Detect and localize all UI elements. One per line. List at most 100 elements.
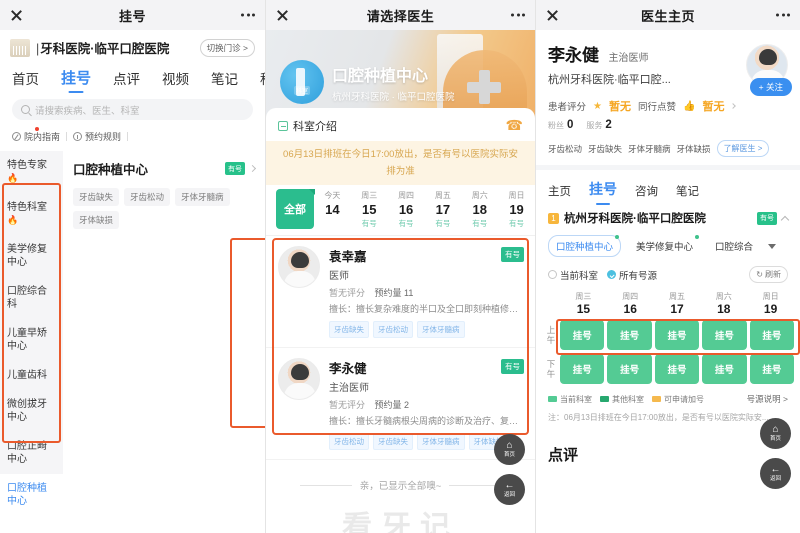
slot-button[interactable]: 挂号 <box>607 320 652 350</box>
department-intro-row[interactable]: 科室介绍 ☎ <box>266 108 535 141</box>
know-doctor-button[interactable]: 了解医生 > <box>716 140 770 157</box>
slot-button[interactable]: 挂号 <box>654 354 700 384</box>
sidebar-item-child-early-ortho[interactable]: 儿童早矫中心 <box>0 319 63 361</box>
slot-button[interactable]: 挂号 <box>702 354 747 384</box>
date-day: 14 <box>325 202 340 217</box>
search-input[interactable]: 请搜索疾病、医生、科室 <box>12 99 253 120</box>
service-value: 2 <box>605 119 612 131</box>
source-explanation-link[interactable]: 号源说明 > <box>747 393 788 405</box>
divider <box>66 132 68 141</box>
sidebar-item-minimally-invasive-extraction[interactable]: 微创拔牙中心 <box>0 390 63 432</box>
chip-label: 口腔种植中心 <box>556 242 614 253</box>
chip-aesthetic-restoration[interactable]: 美学修复中心 <box>629 235 700 256</box>
hospital-row[interactable]: 1 杭州牙科医院·临平口腔医院 有号 <box>536 206 800 226</box>
more-dots-icon[interactable] <box>241 13 255 17</box>
banner-content: 科室 口腔种植中心 杭州牙科医院 · 临平口腔医院 <box>280 60 454 104</box>
tab-reviews[interactable]: 点评 <box>113 68 140 95</box>
quick-links: 院内指南 预约规则 <box>0 120 265 151</box>
tag[interactable]: 牙齿缺失 <box>73 188 120 206</box>
follow-button[interactable]: + 关注 <box>749 78 792 96</box>
date-item-17[interactable]: 周五 17 有号 <box>424 185 461 235</box>
more-dots-icon[interactable] <box>511 13 525 17</box>
tag[interactable]: 牙齿松动 <box>124 188 171 206</box>
tab-home[interactable]: 首页 <box>12 68 39 95</box>
schedule-weekday: 周四 <box>622 292 639 301</box>
tag: 牙齿缺失 <box>588 143 623 154</box>
tab-consult[interactable]: 咨询 <box>635 183 658 206</box>
link-hospital-guide[interactable]: 院内指南 <box>12 127 60 143</box>
radio-current-department[interactable]: 当前科室 <box>548 268 598 282</box>
back-fab-button[interactable]: ← 返回 <box>494 474 525 505</box>
date-item-today[interactable]: 今天 14 <box>314 185 351 235</box>
more-dots-icon[interactable] <box>776 13 790 17</box>
back-fab-button[interactable]: ← 返回 <box>760 458 791 489</box>
close-icon[interactable] <box>546 9 559 22</box>
date-item-15[interactable]: 周三 15 有号 <box>351 185 388 235</box>
sidebar-item-implant-center[interactable]: 口腔种植中心 <box>0 474 63 516</box>
date-weekday: 周三 <box>361 191 378 200</box>
date-day: 19 <box>509 202 524 217</box>
sidebar-item-orthodontics[interactable]: 口腔正畸中心 <box>0 432 63 474</box>
tag[interactable]: 牙体缺损 <box>73 211 120 229</box>
thumbs-up-icon: 👍 <box>683 100 696 112</box>
slot-button[interactable]: 挂号 <box>560 320 605 350</box>
slot-button[interactable]: 挂号 <box>654 320 700 350</box>
schedule-day: 17 <box>670 302 684 316</box>
home-fab-button[interactable]: ⌂ 首页 <box>494 434 525 465</box>
schedule-column-header: 周六 18 <box>700 291 747 316</box>
notice-banner: 06月13日排班在今日17:00放出，是否有号以医院实际安排为准 <box>266 141 535 185</box>
slot-button[interactable]: 挂号 <box>560 354 605 384</box>
notification-dot <box>35 127 39 131</box>
tab-videos[interactable]: 视频 <box>162 68 189 95</box>
list-end-text: 亲，已显示全部噢~ <box>359 481 442 492</box>
sidebar-item-pediatric-dentistry[interactable]: 儿童齿科 <box>0 361 63 390</box>
doctor-stats[interactable]: 患者评分 ★ 暂无 同行点赞 👍 暂无 <box>548 98 788 114</box>
sidebar-item-aesthetic-restoration[interactable]: 美学修复中心 <box>0 235 63 277</box>
tag: 牙齿松动 <box>373 321 413 338</box>
department-header[interactable]: 口腔种植中心 有号 <box>73 159 257 178</box>
chevron-down-icon[interactable] <box>768 243 777 249</box>
tag[interactable]: 牙体牙髓病 <box>175 188 230 206</box>
sidebar-item-featured-experts[interactable]: 特色专家 🔥 <box>0 151 63 193</box>
status-badge: 有号 <box>757 211 777 225</box>
legend-item-other: 其他科室 <box>600 394 644 405</box>
schedule-day: 15 <box>576 302 591 316</box>
tab-notes[interactable]: 笔记 <box>211 68 238 95</box>
date-all-button[interactable]: 全部 <box>276 189 315 229</box>
panel-hospital-registration: 挂号 牙科医院·临平口腔医院 切换门诊 > 首页 挂号 点评 视频 笔记 科 请… <box>0 0 266 533</box>
doctor-meta: 暂无评分 预约量 2 <box>329 398 523 411</box>
sidebar-item-comprehensive-dentistry[interactable]: 口腔综合科 <box>0 277 63 319</box>
schedule-day: 19 <box>763 302 778 316</box>
close-icon[interactable] <box>10 9 23 22</box>
date-item-18[interactable]: 周六 18 有号 <box>461 185 498 235</box>
link-booking-rules[interactable]: 预约规则 <box>73 130 121 143</box>
doctor-card[interactable]: 袁幸嘉 医师 暂无评分 预约量 11 擅长：擅长复杂难度的半口及全口即刻种植修复… <box>266 236 535 348</box>
radio-all-sources[interactable]: 所有号源 <box>607 268 657 282</box>
tab-notes[interactable]: 笔记 <box>676 183 699 206</box>
sidebar-item-featured-departments[interactable]: 特色科室 🔥 <box>0 193 63 235</box>
schedule-row-morning: 上午 挂号 挂号 挂号 挂号 挂号 <box>542 320 795 350</box>
phone-icon[interactable]: ☎ <box>506 117 523 134</box>
slot-button[interactable]: 挂号 <box>702 320 747 350</box>
search-placeholder: 请搜索疾病、医生、科室 <box>35 105 140 117</box>
chip-implant-center[interactable]: 口腔种植中心 <box>548 235 622 257</box>
tab-home[interactable]: 主页 <box>548 183 571 206</box>
switch-clinic-button[interactable]: 切换门诊 > <box>199 38 255 57</box>
department-banner: 科室 口腔种植中心 杭州牙科医院 · 临平口腔医院 <box>266 30 535 118</box>
tab-registration[interactable]: 挂号 <box>589 179 617 206</box>
home-fab-button[interactable]: ⌂ 首页 <box>760 418 791 449</box>
chevron-up-icon[interactable] <box>780 215 790 224</box>
source-filters: 当前科室 所有号源 ↻ 刷新 <box>536 257 800 283</box>
tab-registration[interactable]: 挂号 <box>61 67 91 95</box>
refresh-label: 刷新 <box>765 270 781 279</box>
chip-comprehensive[interactable]: 口腔综合 <box>708 236 760 256</box>
date-item-16[interactable]: 周四 16 有号 <box>388 185 425 235</box>
date-item-19[interactable]: 周日 19 有号 <box>498 185 535 235</box>
slot-button[interactable]: 挂号 <box>607 354 652 384</box>
department-intro-label: 科室介绍 <box>293 120 337 133</box>
close-icon[interactable] <box>276 9 289 22</box>
schedule-weekday: 周日 <box>762 292 779 301</box>
refresh-button[interactable]: ↻ 刷新 <box>749 266 788 283</box>
slot-button[interactable]: 挂号 <box>749 354 795 384</box>
slot-button[interactable]: 挂号 <box>749 320 795 350</box>
